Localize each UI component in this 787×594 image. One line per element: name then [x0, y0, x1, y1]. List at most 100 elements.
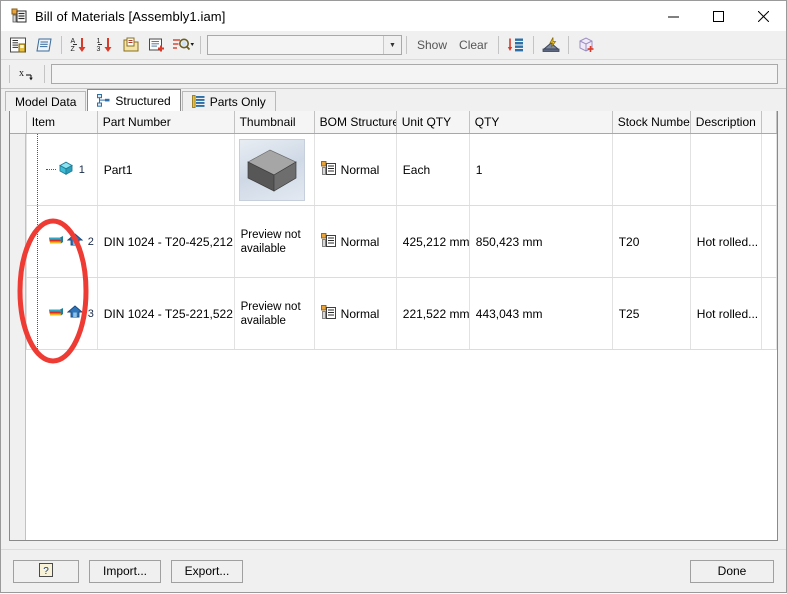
- close-button[interactable]: [741, 1, 786, 31]
- header-corner[interactable]: [10, 111, 27, 134]
- grid-row-header-strip[interactable]: [10, 134, 26, 540]
- cell-qty[interactable]: 850,423 mm: [469, 205, 613, 278]
- filter-search-icon[interactable]: [171, 33, 195, 57]
- svg-text:1: 1: [97, 38, 101, 45]
- preview-not-available-text: Preview not available: [240, 228, 301, 255]
- cell-qty[interactable]: 1: [469, 133, 613, 206]
- table-row[interactable]: 1 Part1 Normal Each 1: [10, 133, 777, 206]
- item-number: 1: [78, 163, 85, 176]
- bom-grid: Item Part Number Thumbnail BOM Structure…: [9, 111, 778, 541]
- cell-unit-qty[interactable]: 425,212 mm: [396, 205, 470, 278]
- tab-structured[interactable]: Structured: [87, 89, 181, 111]
- column-header-item[interactable]: Item: [26, 111, 98, 134]
- clear-button[interactable]: Clear: [453, 34, 494, 56]
- show-button[interactable]: Show: [411, 34, 453, 56]
- content-center-icon: [66, 305, 83, 322]
- substitute-icon[interactable]: x: [15, 62, 39, 86]
- maximize-button[interactable]: [696, 1, 741, 31]
- renumber-items-icon[interactable]: [119, 33, 143, 57]
- toolbar-separator-5: [532, 36, 534, 54]
- help-button[interactable]: ?: [13, 559, 79, 583]
- minimize-button[interactable]: [651, 1, 696, 31]
- cell-stock-number[interactable]: T25: [612, 277, 691, 350]
- cell-bom-structure[interactable]: Normal: [314, 133, 397, 206]
- bom-structure-label: Normal: [340, 234, 380, 249]
- column-header-description[interactable]: Description: [690, 111, 762, 134]
- import-button[interactable]: Import...: [89, 559, 161, 583]
- cube-part-icon: [58, 160, 74, 179]
- column-header-qty[interactable]: QTY: [469, 111, 613, 134]
- toolbar-separator-4: [497, 36, 499, 54]
- cell-description[interactable]: [690, 133, 762, 206]
- filter-combobox[interactable]: ▼: [207, 35, 402, 55]
- tab-structured-label: Structured: [115, 93, 171, 108]
- column-header-part-number[interactable]: Part Number: [97, 111, 235, 134]
- item-number: 3: [87, 307, 94, 320]
- cell-bom-structure[interactable]: Normal: [314, 277, 397, 350]
- edit-properties-icon[interactable]: [32, 33, 56, 57]
- cell-stock-number[interactable]: T20: [612, 205, 691, 278]
- title-bar: Bill of Materials [Assembly1.iam]: [1, 1, 786, 31]
- column-header-bom-structure[interactable]: BOM Structure: [314, 111, 397, 134]
- toolbar-separator-3: [406, 36, 407, 54]
- window-title: Bill of Materials [Assembly1.iam]: [35, 8, 226, 24]
- chevron-down-icon[interactable]: ▼: [383, 36, 401, 54]
- table-row[interactable]: 3 DIN 1024 - T25-221,522 Preview not ava…: [10, 277, 777, 350]
- bill-of-materials-window: Bill of Materials [Assembly1.iam] A Z 1 …: [0, 0, 787, 593]
- cell-stock-number[interactable]: [612, 133, 691, 206]
- tab-model-data-label: Model Data: [15, 94, 77, 109]
- cell-item[interactable]: 2: [26, 205, 98, 278]
- cell-part-number[interactable]: DIN 1024 - T20-425,212: [97, 205, 235, 278]
- cell-description[interactable]: Hot rolled...: [690, 205, 762, 278]
- column-chooser-icon[interactable]: [504, 33, 528, 57]
- bom-structure-label: Normal: [340, 162, 380, 177]
- cell-filler: [761, 205, 777, 278]
- svg-text:A: A: [71, 38, 76, 45]
- item-number: 2: [87, 235, 94, 248]
- isometric-box-thumbnail: [238, 138, 305, 201]
- svg-text:Z: Z: [71, 46, 76, 53]
- help-icon: ?: [39, 562, 53, 580]
- svg-text:?: ?: [43, 566, 49, 577]
- cell-thumbnail[interactable]: [234, 133, 315, 206]
- svg-text:3: 3: [97, 46, 101, 53]
- cell-unit-qty[interactable]: 221,522 mm: [396, 277, 470, 350]
- parts-only-icon: [191, 95, 205, 108]
- window-controls: [651, 1, 786, 31]
- save-item-overrides-icon[interactable]: [6, 33, 30, 57]
- part-settings-icon[interactable]: [574, 33, 598, 57]
- column-header-thumbnail[interactable]: Thumbnail: [234, 111, 315, 134]
- bom-normal-icon: [320, 232, 336, 251]
- sort-numeric-icon[interactable]: 1 3: [93, 33, 117, 57]
- tab-model-data[interactable]: Model Data: [5, 91, 87, 111]
- grid-empty-area[interactable]: [10, 350, 777, 540]
- cell-bom-structure[interactable]: Normal: [314, 205, 397, 278]
- column-header-stock-number[interactable]: Stock Number: [612, 111, 691, 134]
- bom-icon: [11, 8, 27, 24]
- main-toolbar: A Z 1 3 ▼ Show Clear: [1, 31, 786, 60]
- column-header-unit-qty[interactable]: Unit QTY: [396, 111, 470, 134]
- dialog-footer: ? Import... Export... Done: [1, 549, 786, 592]
- tab-parts-only-label: Parts Only: [209, 94, 266, 109]
- tab-parts-only[interactable]: Parts Only: [181, 91, 276, 111]
- cell-part-number[interactable]: Part1: [97, 133, 235, 206]
- cell-qty[interactable]: 443,043 mm: [469, 277, 613, 350]
- cell-thumbnail[interactable]: Preview not available: [234, 205, 315, 278]
- sort-ascending-az-icon[interactable]: A Z: [67, 33, 91, 57]
- cell-part-number[interactable]: DIN 1024 - T25-221,522: [97, 277, 235, 350]
- bom-normal-icon: [320, 304, 336, 323]
- export-button[interactable]: Export...: [171, 559, 243, 583]
- cell-unit-qty[interactable]: Each: [396, 133, 470, 206]
- cell-description[interactable]: Hot rolled...: [690, 277, 762, 350]
- secondary-input[interactable]: [51, 64, 778, 84]
- add-custom-part-icon[interactable]: [145, 33, 169, 57]
- cell-item[interactable]: 1: [26, 133, 98, 206]
- done-button[interactable]: Done: [690, 559, 774, 583]
- cell-item[interactable]: 3: [26, 277, 98, 350]
- cell-thumbnail[interactable]: Preview not available: [234, 277, 315, 350]
- export-bom-icon[interactable]: [539, 33, 563, 57]
- table-row[interactable]: 2 DIN 1024 - T20-425,212 Preview not ava…: [10, 205, 777, 278]
- content-center-icon: [66, 233, 83, 250]
- toolbar2-separator-2: [44, 65, 45, 83]
- header-filler: [761, 111, 777, 134]
